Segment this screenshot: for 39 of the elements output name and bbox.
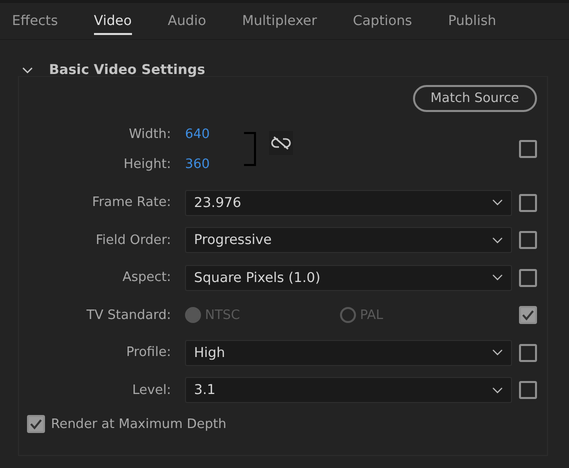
field-label: Field Order:	[94, 232, 172, 248]
field-label: TV Standard:	[86, 308, 172, 323]
chevron-icon[interactable]	[22, 66, 33, 74]
dropdown[interactable]: Square Pixels (1.0)	[185, 264, 512, 291]
bracket-icon	[243, 132, 257, 166]
chevron-down-icon	[492, 274, 503, 282]
dropdown[interactable]: Progressive	[185, 227, 512, 254]
field-label: Level:	[131, 382, 172, 398]
section-title: Basic Video Settings	[49, 62, 206, 78]
dropdown[interactable]: High	[185, 340, 512, 366]
chevron-down-icon	[492, 349, 503, 356]
dropdown[interactable]: 23.976	[185, 190, 512, 216]
chevron-down-icon	[492, 386, 503, 394]
tab[interactable]: Effects	[12, 3, 58, 35]
checkbox[interactable]	[519, 140, 537, 158]
checkbox[interactable]	[519, 344, 537, 362]
field-label: Aspect:	[121, 270, 172, 286]
checkbox[interactable]	[519, 268, 537, 287]
tab[interactable]: Captions	[352, 3, 412, 35]
tab[interactable]: Publish	[448, 3, 496, 35]
checkbox[interactable]	[27, 415, 45, 433]
unlink-icon[interactable]	[269, 131, 293, 155]
chevron-down-icon	[492, 236, 503, 244]
width-value[interactable]: 640	[185, 126, 245, 142]
chevron-down-icon	[492, 199, 503, 206]
field-label: Profile:	[125, 345, 172, 360]
checkbox-label[interactable]: Render at Maximum Depth	[51, 416, 226, 432]
checkbox[interactable]	[519, 194, 537, 212]
match-source-button[interactable]: Match Source	[412, 85, 537, 112]
dropdown[interactable]: 3.1	[185, 377, 512, 404]
tab[interactable]: Video	[94, 3, 132, 35]
field-label: Height:	[122, 156, 172, 172]
tab[interactable]: Multiplexer	[242, 3, 317, 35]
height-value[interactable]: 360	[185, 156, 245, 172]
checkbox[interactable]	[519, 231, 537, 250]
checkbox[interactable]	[519, 381, 537, 400]
tab[interactable]: Audio	[168, 3, 206, 35]
field-label: Width:	[128, 126, 172, 142]
field-label: Frame Rate:	[91, 195, 172, 210]
